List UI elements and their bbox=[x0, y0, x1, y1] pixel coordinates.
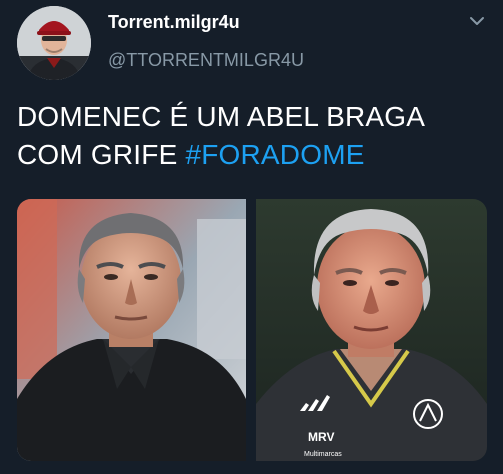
photo-man-black-polo-icon bbox=[17, 199, 246, 461]
tweet-menu-button[interactable] bbox=[466, 10, 488, 32]
author-handle[interactable]: @TTORRENTMILGR4U bbox=[108, 50, 304, 71]
author-display-name[interactable]: Torrent.milgr4u bbox=[108, 12, 240, 33]
avatar-photo-icon bbox=[17, 6, 91, 80]
tweet-text: DOMENEC É UM ABEL BRAGA COM GRIFE #FORAD… bbox=[17, 98, 487, 174]
tweet-text-line-2: COM GRIFE #FORADOME bbox=[17, 136, 487, 174]
jersey-sponsor-text: MRV bbox=[308, 430, 334, 444]
jersey-sponsor-subtext: Multimarcas bbox=[304, 451, 342, 458]
media-photo-left[interactable] bbox=[17, 199, 246, 461]
tweet-text-line-2-prefix: COM GRIFE bbox=[17, 139, 186, 170]
media-photo-right[interactable]: MRV Multimarcas bbox=[256, 199, 487, 461]
author-avatar[interactable] bbox=[17, 6, 91, 80]
chevron-down-icon bbox=[470, 17, 484, 25]
photo-man-flamengo-jersey-icon: MRV Multimarcas bbox=[256, 199, 487, 461]
tweet-text-line-1: DOMENEC É UM ABEL BRAGA bbox=[17, 101, 426, 132]
tweet-card: Torrent.milgr4u @TTORRENTMILGR4U DOMENEC… bbox=[0, 0, 503, 474]
hashtag-link[interactable]: #FORADOME bbox=[185, 139, 364, 170]
